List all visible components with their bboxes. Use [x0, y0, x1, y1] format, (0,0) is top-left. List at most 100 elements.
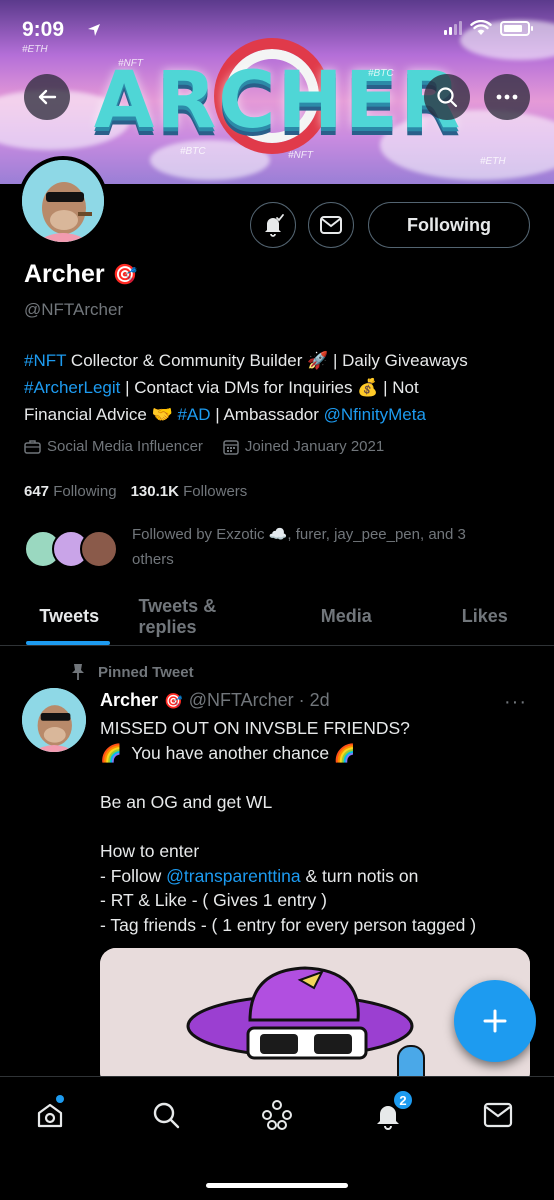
notifications-subscribe-button[interactable] [250, 202, 296, 248]
profile-name: Archer 🎯 [24, 260, 138, 289]
home-icon [37, 1103, 63, 1128]
back-button[interactable] [24, 74, 70, 120]
banner-tag: #BTC [368, 68, 394, 79]
bell-check-icon [265, 214, 284, 237]
joined-item: Joined January 2021 [223, 438, 384, 455]
tweet-line: - Tag friends - ( 1 entry for every pers… [100, 914, 477, 935]
back-arrow-icon [38, 89, 57, 105]
tab-tweets[interactable]: Tweets [0, 588, 139, 645]
follow-counts: 647 Following 130.1K Followers [24, 483, 247, 500]
bio-text: Financial Advice 🤝 [24, 405, 178, 424]
tweet-line [100, 765, 530, 790]
tab-label: Tweets & replies [138, 595, 217, 637]
followed-by-row[interactable]: Followed by Exzotic ☁️, furer, jay_pee_p… [24, 522, 502, 574]
banner-tag: #BTC [180, 146, 206, 157]
hashtag-link[interactable]: #AD [177, 405, 210, 424]
joined-date: Joined January 2021 [244, 438, 385, 455]
followers-count-link[interactable]: 130.1K Followers [131, 483, 248, 500]
cellular-signal-icon [444, 21, 462, 35]
profile-meta: Social Media Influencer Joined January 2… [24, 438, 384, 455]
tweet-header: Archer 🎯 @NFTArcher · 2d [100, 690, 330, 711]
followed-by-text: Followed by Exzotic ☁️, furer, jay_pee_p… [132, 526, 466, 568]
mail-icon [320, 216, 342, 234]
profile-name-text: Archer [24, 260, 105, 288]
followers-count: 130.1K [130, 483, 179, 500]
following-count-label: Following [53, 483, 117, 500]
pinned-label: Pinned Tweet [98, 663, 194, 681]
profile-bio: #NFT Collector & Community Builder 🚀 | D… [24, 347, 534, 428]
nav-messages[interactable] [478, 1095, 518, 1135]
pin-icon [72, 664, 84, 680]
nav-spaces[interactable] [257, 1095, 297, 1135]
following-button[interactable]: Following [368, 202, 530, 248]
more-horizontal-icon [496, 94, 518, 100]
tweet-line: How to enter [100, 840, 200, 861]
tweet-line: 🌈 You have another chance 🌈 [100, 742, 356, 763]
search-button[interactable] [424, 74, 470, 120]
banner-tag: #NFT [118, 58, 143, 69]
target-emoji: 🎯 [112, 264, 138, 286]
profile-handle: @NFTArcher [24, 300, 124, 319]
tweet-text: MISSED OUT ON INVSBLE FRIENDS? 🌈 You hav… [100, 716, 530, 937]
profile-tabs: Tweets Tweets & replies Media Likes [0, 588, 554, 646]
tab-label: Media [320, 606, 372, 626]
compose-tweet-button[interactable] [454, 980, 536, 1062]
bio-text: | Contact via DMs for Inquiries 💰 | Not [120, 378, 419, 397]
banner-title: ARCHER [93, 56, 463, 146]
avatar [80, 530, 118, 568]
profile-avatar[interactable] [18, 156, 108, 246]
spaces-icon [262, 1100, 292, 1130]
calendar-icon [223, 439, 239, 455]
following-count-link[interactable]: 647 Following [24, 483, 117, 500]
more-options-button[interactable] [484, 74, 530, 120]
mention-link[interactable]: @NfinityMeta [324, 405, 426, 424]
tweet-line: - RT & Like - ( Gives 1 entry ) [100, 890, 327, 911]
banner-tag: #NFT [288, 150, 313, 161]
followers-you-know-avatars [24, 530, 124, 574]
active-tab-indicator [26, 641, 110, 645]
tweet-handle-time: @NFTArcher · 2d [188, 690, 330, 710]
target-emoji: 🎯 [164, 692, 183, 710]
mention-link[interactable]: @transparenttina [166, 866, 301, 886]
tab-label: Tweets [39, 606, 100, 626]
briefcase-icon [24, 440, 41, 454]
battery-icon [500, 20, 533, 36]
ape-avatar-image [22, 160, 104, 242]
category-item: Social Media Influencer [24, 438, 203, 455]
tweet-line [100, 814, 530, 839]
tweet-author-name[interactable]: Archer [100, 690, 158, 711]
unread-dot [56, 1095, 64, 1103]
tweet-text-segment: & turn notis on [300, 865, 419, 886]
search-icon [153, 1102, 180, 1129]
hashtag-link[interactable]: #ArcherLegit [24, 378, 120, 397]
status-indicators [444, 20, 533, 36]
home-indicator [206, 1183, 348, 1188]
bio-text: Collector & Community Builder 🚀 | Daily … [66, 351, 468, 370]
ape-avatar-image [22, 688, 86, 752]
message-button[interactable] [308, 202, 354, 248]
tab-tweets-replies[interactable]: Tweets & replies [139, 588, 278, 645]
tweet-text-segment: - Follow [100, 865, 167, 886]
nav-home[interactable] [30, 1095, 70, 1135]
tab-likes[interactable]: Likes [416, 588, 554, 645]
mail-icon [483, 1102, 513, 1128]
tab-media[interactable]: Media [277, 588, 416, 645]
nav-search[interactable] [146, 1095, 186, 1135]
followers-count-label: Followers [183, 483, 248, 500]
bottom-navigation: 2 [0, 1076, 554, 1200]
category-label: Social Media Influencer [47, 438, 203, 455]
plus-icon [483, 1009, 507, 1033]
tweet-more-button[interactable]: ··· [504, 691, 527, 714]
hashtag-link[interactable]: #NFT [24, 351, 66, 370]
bio-text: | Ambassador [210, 405, 324, 424]
tab-label: Likes [461, 606, 508, 626]
status-time: 9:09 [22, 18, 65, 41]
location-arrow-icon [88, 24, 100, 36]
nav-notifications[interactable]: 2 [368, 1089, 414, 1135]
banner-tag: #ETH [480, 156, 506, 167]
banner-tag: #ETH [22, 44, 48, 55]
pinned-indicator: Pinned Tweet [70, 663, 194, 681]
tweet-avatar[interactable] [22, 688, 86, 752]
following-count: 647 [24, 483, 50, 500]
tweet-line: - Follow @transparenttina & turn notis o… [100, 864, 530, 889]
